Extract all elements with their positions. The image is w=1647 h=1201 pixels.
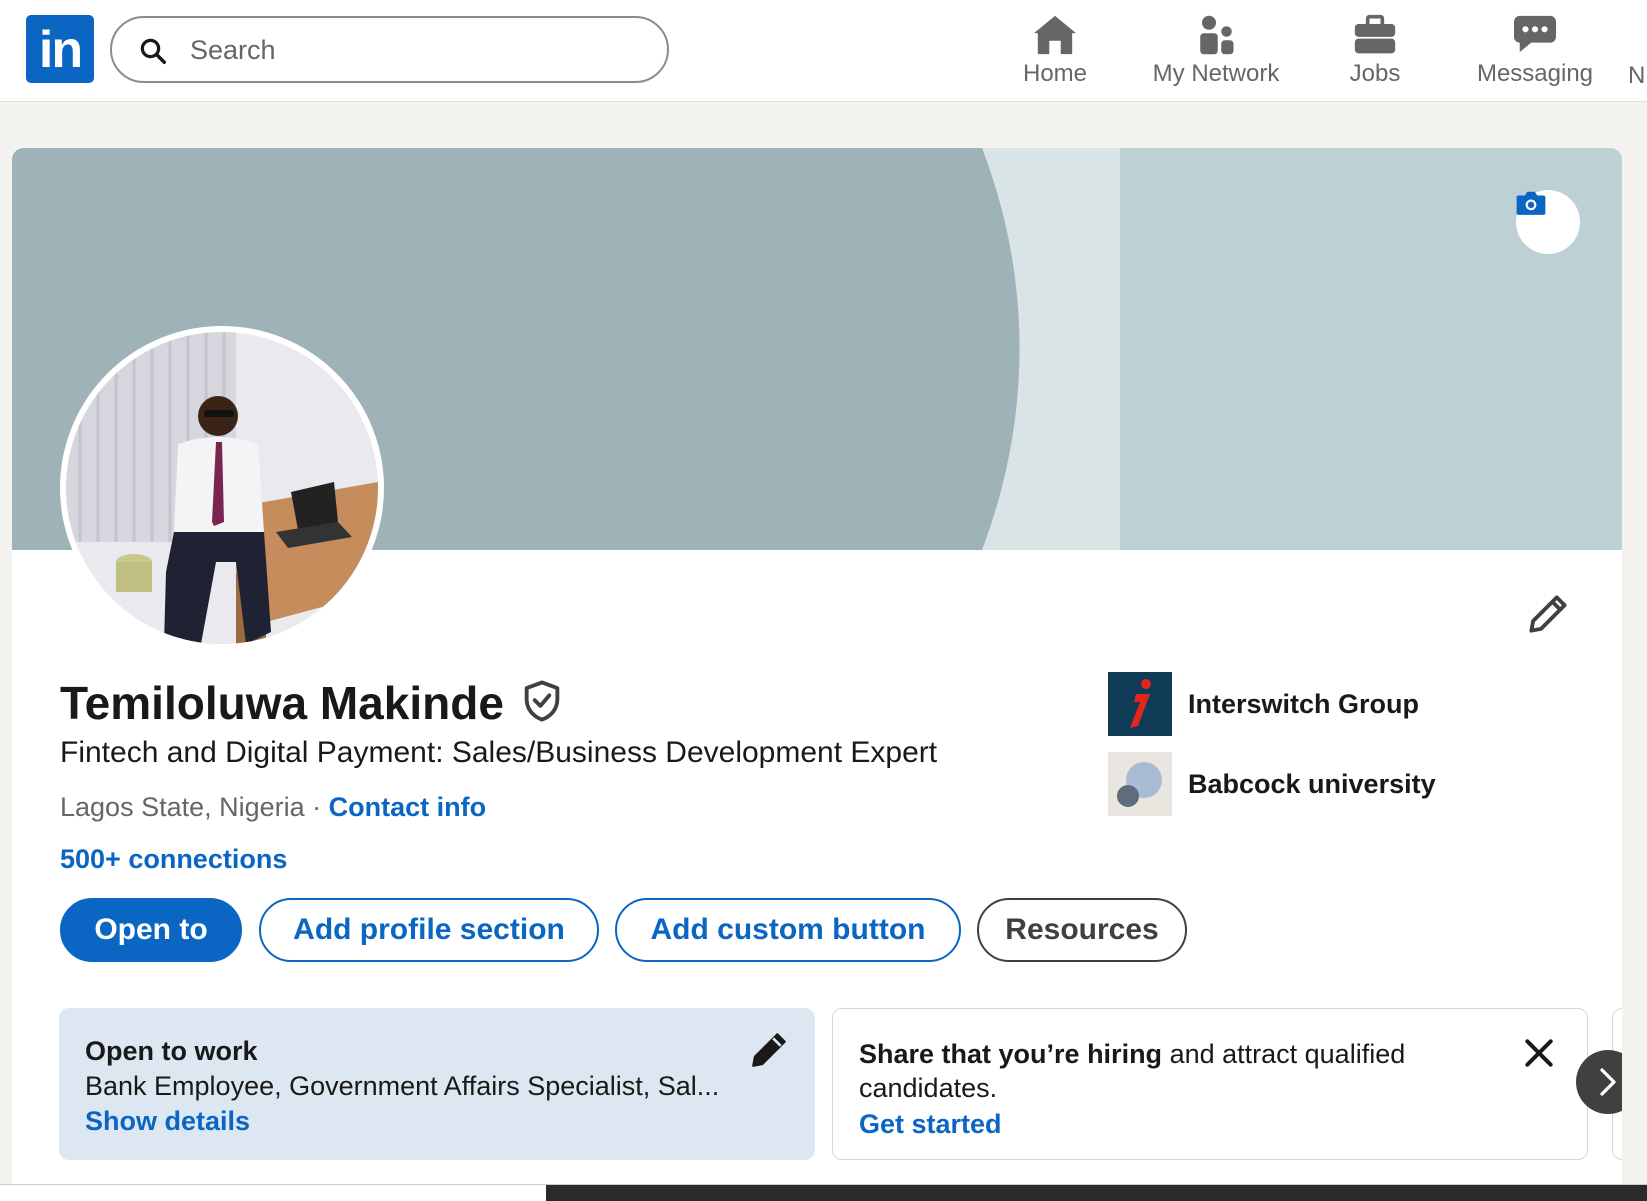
org-name-interswitch: Interswitch Group: [1188, 688, 1420, 719]
nav-home[interactable]: Home: [1010, 8, 1100, 94]
school-logo-mark: [1117, 762, 1162, 807]
add-profile-section-button[interactable]: Add profile section: [259, 898, 599, 962]
resources-button[interactable]: Resources: [977, 898, 1187, 962]
nav-home-label: Home: [1022, 60, 1088, 87]
org-interswitch[interactable]: Interswitch Group: [1108, 672, 1419, 736]
search-box[interactable]: [110, 16, 669, 83]
share-hiring-bold: Share that you’re hiring: [859, 1039, 1163, 1069]
org-babcock[interactable]: Babcock university: [1108, 752, 1436, 816]
interswitch-logo: [1108, 672, 1172, 736]
verified-badge-icon[interactable]: [522, 680, 562, 722]
top-nav: in Home My Network Jobs: [0, 0, 1647, 102]
nav-my-network-label: My Network: [1152, 60, 1280, 87]
profile-card: Temiloluwa Makinde Fintech and Digital P…: [12, 148, 1622, 1188]
network-icon: [1200, 15, 1234, 55]
home-icon: [1034, 15, 1076, 55]
interswitch-logo-mark: [1130, 679, 1151, 728]
school-logo: [1108, 752, 1172, 816]
next-section-media: [546, 1185, 1647, 1201]
edit-cover-button[interactable]: [1516, 190, 1580, 254]
contact-info-link[interactable]: Contact info: [329, 792, 486, 822]
nav-messaging-label: Messaging: [1476, 60, 1594, 87]
separator: ·: [304, 792, 329, 822]
profile-location-line: Lagos State, Nigeria · Contact info: [60, 792, 486, 823]
connections-link[interactable]: 500+ connections: [60, 844, 287, 875]
next-section-edge: [0, 1184, 1647, 1201]
linkedin-logo[interactable]: in: [26, 15, 94, 83]
nav-jobs-label: Jobs: [1349, 60, 1401, 87]
nav-jobs[interactable]: Jobs: [1330, 8, 1420, 94]
pencil-icon: [1529, 595, 1567, 633]
show-details-link[interactable]: Show details: [85, 1106, 789, 1137]
profile-photo-image: [66, 332, 378, 644]
open-to-work-card[interactable]: Open to work Bank Employee, Government A…: [59, 1008, 815, 1160]
get-started-link[interactable]: Get started: [859, 1109, 1561, 1140]
edit-intro-button[interactable]: [1522, 588, 1574, 640]
jobs-icon: [1354, 14, 1396, 54]
open-to-work-details: Bank Employee, Government Affairs Specia…: [85, 1071, 720, 1101]
org-name-babcock: Babcock university: [1188, 768, 1436, 799]
open-to-button[interactable]: Open to: [60, 898, 242, 962]
messaging-icon: [1514, 15, 1556, 53]
share-hiring-card: Share that you’re hiring and attract qua…: [832, 1008, 1588, 1160]
add-custom-button[interactable]: Add custom button: [615, 898, 961, 962]
nav-notifications-label[interactable]: N: [1628, 62, 1645, 90]
profile-headline: Fintech and Digital Payment: Sales/Busin…: [60, 736, 938, 769]
open-to-work-title: Open to work: [85, 1036, 258, 1066]
nav-messaging[interactable]: Messaging: [1470, 8, 1600, 94]
share-hiring-text: Share that you’re hiring and attract qua…: [859, 1037, 1499, 1105]
search-icon: [140, 38, 166, 64]
nav-my-network[interactable]: My Network: [1145, 8, 1287, 94]
edit-open-to-work-pencil-icon[interactable]: [749, 1030, 789, 1070]
camera-icon: [1516, 191, 1546, 215]
profile-location: Lagos State, Nigeria: [60, 792, 305, 822]
chevron-right-icon: [1600, 1068, 1616, 1096]
profile-name: Temiloluwa Makinde: [60, 677, 504, 729]
search-input[interactable]: [190, 28, 630, 72]
profile-photo[interactable]: [60, 326, 384, 650]
close-icon[interactable]: [1519, 1033, 1559, 1073]
